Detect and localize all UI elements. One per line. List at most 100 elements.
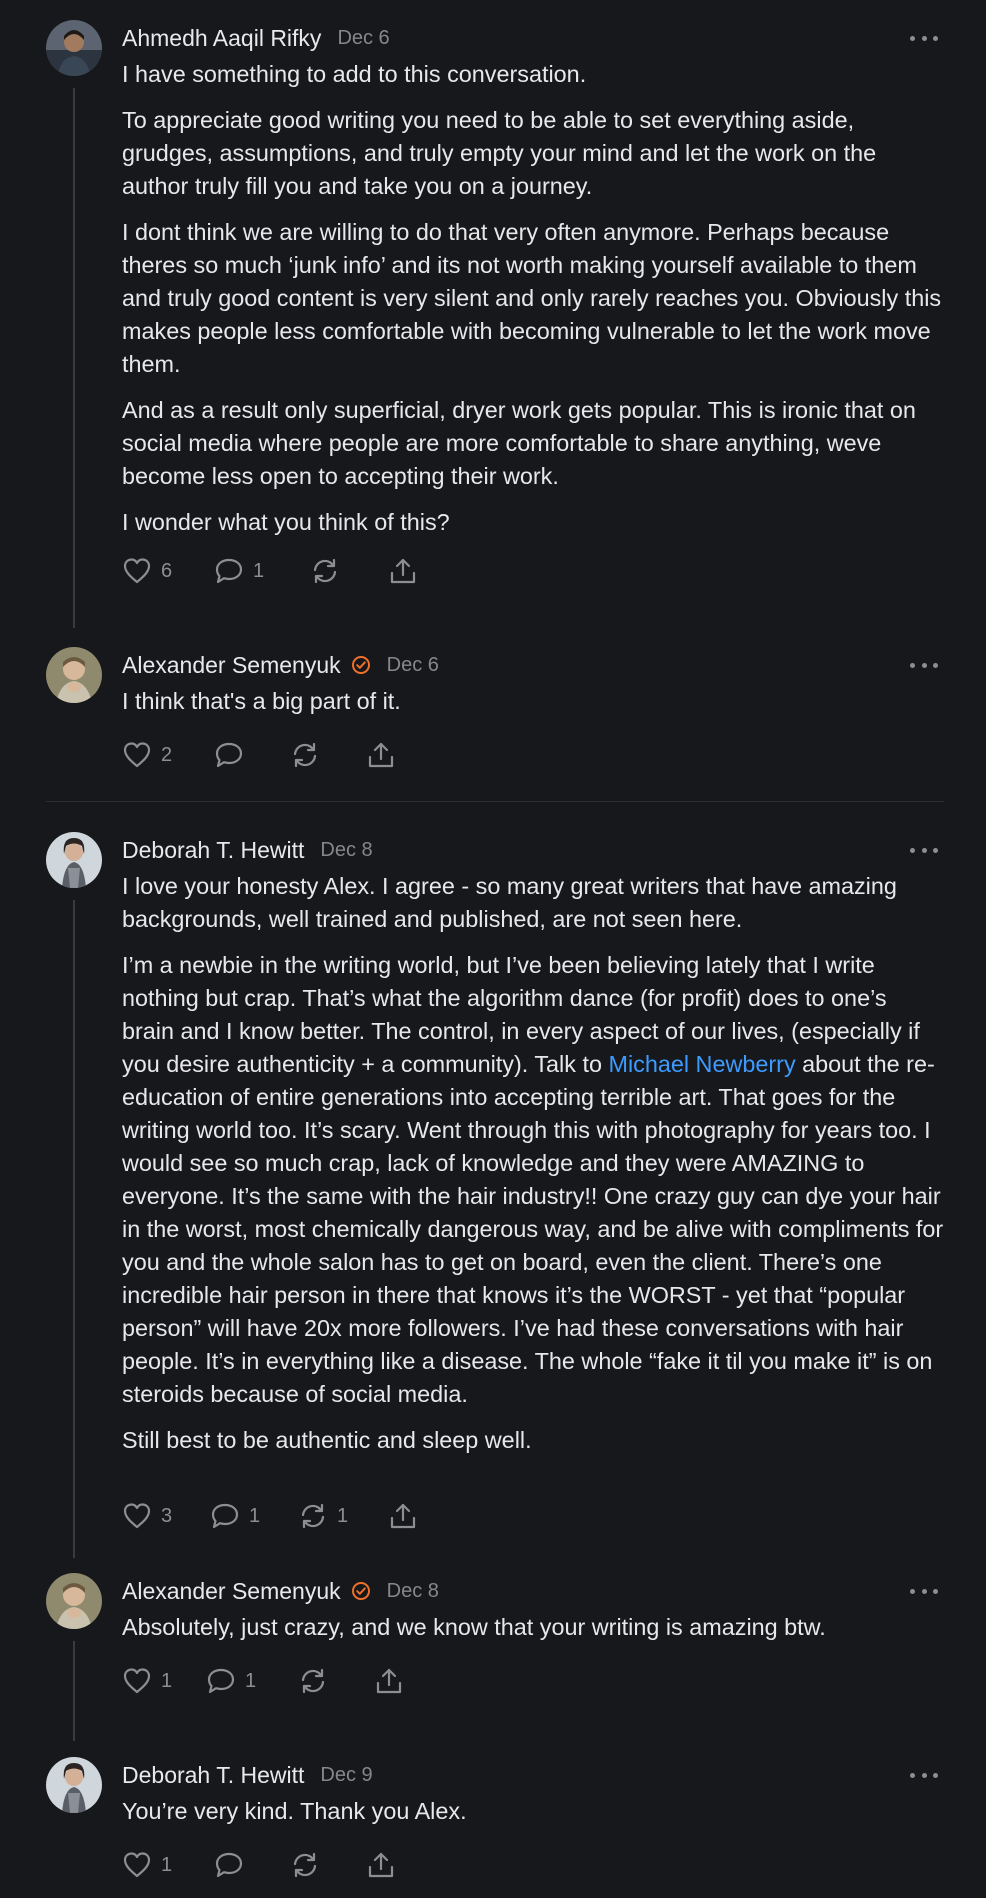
heart-icon: [123, 1503, 151, 1529]
like-count: 1: [161, 1853, 173, 1876]
share-upload-icon: [376, 1668, 402, 1694]
speech-bubble-icon: [215, 1852, 243, 1878]
share-upload-icon: [390, 1503, 416, 1529]
restack-button[interactable]: 1: [298, 1502, 388, 1530]
comment-paragraph: I wonder what you think of this?: [122, 509, 450, 535]
author-name[interactable]: Alexander Semenyuk: [122, 652, 341, 679]
comment-actions: 3 1 1: [122, 1498, 418, 1534]
more-options-button[interactable]: [910, 28, 938, 48]
more-options-button[interactable]: [910, 840, 938, 860]
reply-count: 1: [253, 559, 265, 582]
like-button[interactable]: 1: [122, 1851, 214, 1879]
comment-date[interactable]: Dec 8: [387, 1580, 439, 1603]
reply-count: 1: [249, 1504, 261, 1527]
reply-button[interactable]: 1: [206, 1667, 298, 1695]
comment-paragraph: I think that's a big part of it.: [122, 688, 401, 714]
more-options-button[interactable]: [910, 1765, 938, 1785]
comment-paragraph: I have something to add to this conversa…: [122, 61, 587, 87]
reply-button[interactable]: [214, 1851, 290, 1879]
restack-arrows-icon: [293, 742, 317, 768]
like-count: 3: [161, 1504, 173, 1527]
comment-paragraph: And as a result only superficial, dryer …: [122, 397, 916, 489]
verified-badge-icon: [351, 1582, 370, 1600]
comment-header: Alexander Semenyuk Dec 6: [122, 647, 439, 683]
user-mention-link[interactable]: Michael Newberry: [608, 1051, 795, 1077]
restack-button[interactable]: [290, 741, 366, 769]
comment-paragraph: Absolutely, just crazy, and we know that…: [122, 1614, 826, 1640]
avatar[interactable]: [46, 1757, 102, 1813]
reply-button[interactable]: [214, 741, 290, 769]
share-button[interactable]: [366, 1851, 396, 1879]
share-upload-icon: [390, 558, 416, 584]
comment-paragraph: I’m a newbie in the writing world, but I…: [122, 949, 944, 1411]
comment-actions: 1 1: [122, 1663, 404, 1699]
comment-paragraph: To appreciate good writing you need to b…: [122, 107, 877, 199]
restack-arrows-icon: [301, 1503, 325, 1529]
more-options-button[interactable]: [910, 1581, 938, 1601]
comment-body: I love your honesty Alex. I agree - so m…: [122, 870, 944, 1457]
author-name[interactable]: Deborah T. Hewitt: [122, 837, 304, 864]
restack-arrows-icon: [313, 558, 337, 584]
avatar[interactable]: [46, 647, 102, 703]
comment-paragraph: I love your honesty Alex. I agree - so m…: [122, 873, 897, 932]
author-name[interactable]: Ahmedh Aaqil Rifky: [122, 25, 321, 52]
share-button[interactable]: [374, 1667, 404, 1695]
heart-icon: [123, 558, 151, 584]
restack-button[interactable]: [310, 557, 388, 585]
comment-date[interactable]: Dec 6: [387, 654, 439, 677]
speech-bubble-icon: [215, 558, 243, 584]
thread-line: [73, 900, 75, 1558]
comment-actions: 1: [122, 1847, 396, 1883]
like-button[interactable]: 2: [122, 741, 214, 769]
comment-body: I think that's a big part of it.: [122, 685, 944, 718]
ellipsis-icon: [910, 847, 915, 853]
restack-arrows-icon: [293, 1852, 317, 1878]
comment-paragraph: I dont think we are willing to do that v…: [122, 219, 942, 377]
speech-bubble-icon: [215, 742, 243, 768]
share-button[interactable]: [388, 1502, 418, 1530]
comment-paragraph: You’re very kind. Thank you Alex.: [122, 1798, 467, 1824]
like-button[interactable]: 6: [122, 557, 214, 585]
author-name[interactable]: Deborah T. Hewitt: [122, 1762, 304, 1789]
share-button[interactable]: [366, 741, 396, 769]
comment-date[interactable]: Dec 9: [320, 1764, 372, 1787]
reply-button[interactable]: 1: [210, 1502, 298, 1530]
comment-header: Alexander Semenyuk Dec 8: [122, 1573, 439, 1609]
author-name[interactable]: Alexander Semenyuk: [122, 1578, 341, 1605]
avatar[interactable]: [46, 832, 102, 888]
ellipsis-icon: [910, 35, 915, 41]
comment-date[interactable]: Dec 8: [320, 839, 372, 862]
reply-button[interactable]: 1: [214, 557, 310, 585]
ellipsis-icon: [910, 662, 915, 668]
comment-header: Deborah T. Hewitt Dec 9: [122, 1757, 373, 1793]
avatar[interactable]: [46, 1573, 102, 1629]
restack-button[interactable]: [290, 1851, 366, 1879]
comment-header: Deborah T. Hewitt Dec 8: [122, 832, 373, 868]
avatar[interactable]: [46, 20, 102, 76]
restack-button[interactable]: [298, 1667, 374, 1695]
comment-header: Ahmedh Aaqil Rifky Dec 6: [122, 20, 390, 56]
share-upload-icon: [368, 742, 394, 768]
comment-date[interactable]: Dec 6: [337, 27, 389, 50]
paragraph-text: about the re-education of entire generat…: [122, 1051, 944, 1407]
thread-line: [73, 1641, 75, 1741]
verified-badge-icon: [351, 656, 370, 674]
restack-count: 1: [337, 1504, 349, 1527]
comment-paragraph: Still best to be authentic and sleep wel…: [122, 1427, 532, 1453]
comment-body: You’re very kind. Thank you Alex.: [122, 1795, 944, 1828]
thread-line: [73, 88, 75, 628]
comment-actions: 6 1: [122, 553, 418, 589]
heart-icon: [123, 742, 151, 768]
ellipsis-icon: [910, 1588, 915, 1594]
share-upload-icon: [368, 1852, 394, 1878]
like-count: 2: [161, 743, 173, 766]
like-button[interactable]: 1: [122, 1667, 206, 1695]
share-button[interactable]: [388, 557, 418, 585]
comment-actions: 2: [122, 737, 396, 773]
thread-divider: [46, 801, 944, 802]
like-button[interactable]: 3: [122, 1502, 210, 1530]
restack-arrows-icon: [301, 1668, 325, 1694]
like-count: 1: [161, 1669, 173, 1692]
comment-body: Absolutely, just crazy, and we know that…: [122, 1611, 944, 1644]
more-options-button[interactable]: [910, 655, 938, 675]
